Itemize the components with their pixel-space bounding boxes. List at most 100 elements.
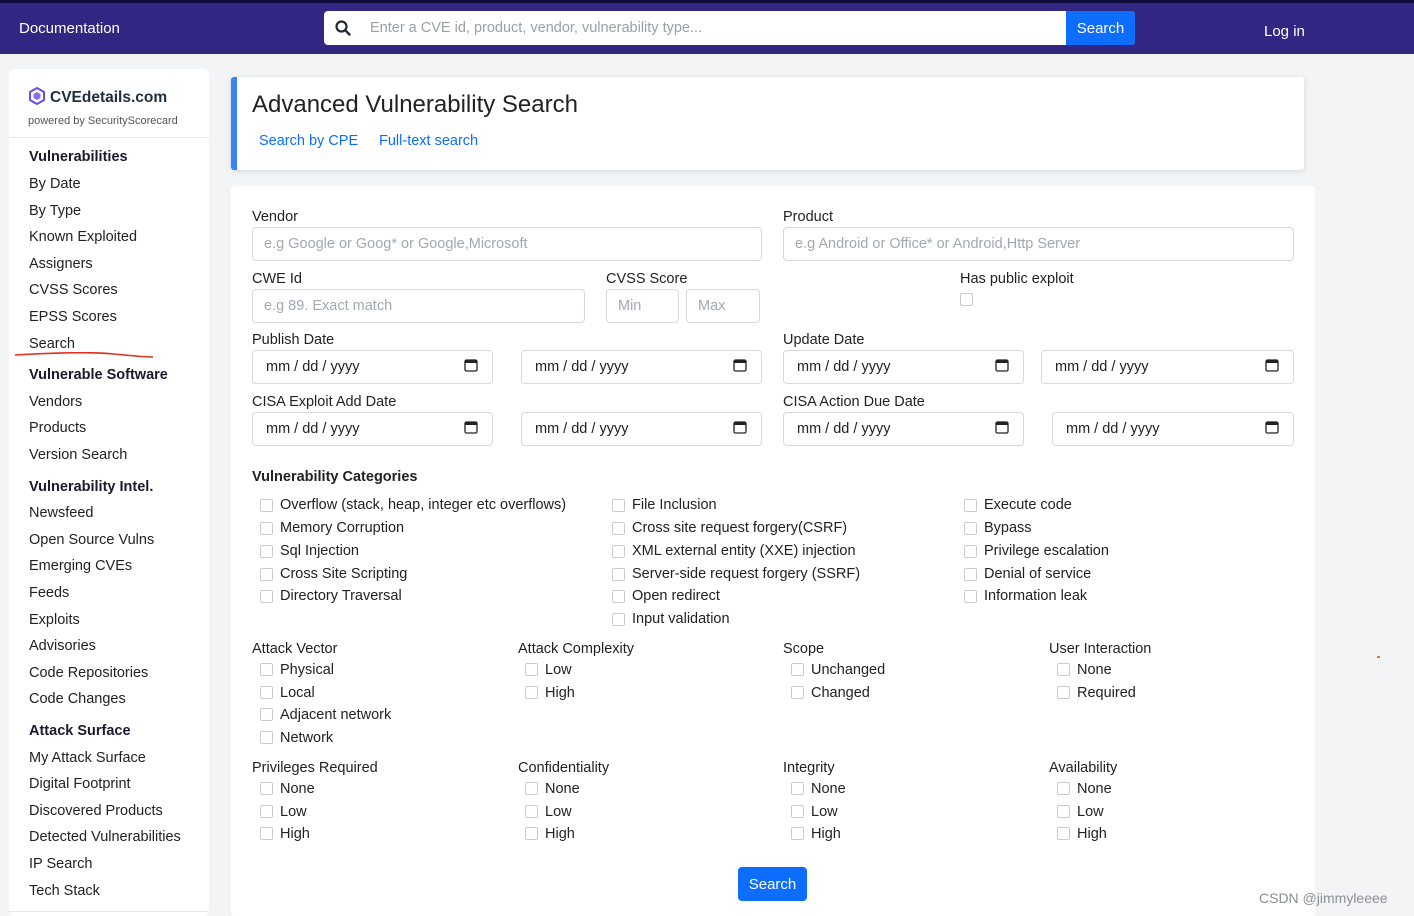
category-checkbox[interactable] xyxy=(612,590,625,603)
metric-checkbox[interactable] xyxy=(791,686,804,699)
sidebar-item-search[interactable]: Search xyxy=(29,336,75,352)
sidebar-item-code-repositories[interactable]: Code Repositories xyxy=(29,665,148,681)
global-search-input[interactable] xyxy=(362,11,1066,45)
metric-option-label[interactable]: Low xyxy=(811,804,838,820)
category-label[interactable]: Directory Traversal xyxy=(280,588,402,604)
submit-search-button[interactable]: Search xyxy=(738,867,807,901)
sidebar-item-code-changes[interactable]: Code Changes xyxy=(29,691,126,707)
metric-option-label[interactable]: None xyxy=(1077,662,1112,678)
category-checkbox[interactable] xyxy=(964,590,977,603)
sidebar-item-discovered-products[interactable]: Discovered Products xyxy=(29,803,163,819)
sidebar-item-my-attack-surface[interactable]: My Attack Surface xyxy=(29,750,146,766)
calendar-icon[interactable] xyxy=(995,420,1009,438)
sidebar-item-emerging-cves[interactable]: Emerging CVEs xyxy=(29,558,132,574)
metric-option-label[interactable]: High xyxy=(1077,826,1107,842)
metric-checkbox[interactable] xyxy=(260,663,273,676)
sidebar-item-advisories[interactable]: Advisories xyxy=(29,638,96,654)
category-checkbox[interactable] xyxy=(260,590,273,603)
publish-date-from-input[interactable]: mm / dd / yyyy xyxy=(252,350,493,384)
metric-option-label[interactable]: Low xyxy=(1077,804,1104,820)
publish-date-to-input[interactable]: mm / dd / yyyy xyxy=(521,350,762,384)
sidebar-item-exploits[interactable]: Exploits xyxy=(29,612,80,628)
cwe-id-input[interactable] xyxy=(252,289,585,323)
sidebar-item-by-date[interactable]: By Date xyxy=(29,176,81,192)
category-label[interactable]: Cross Site Scripting xyxy=(280,566,407,582)
metric-option-label[interactable]: None xyxy=(1077,781,1112,797)
full-text-search-link[interactable]: Full-text search xyxy=(379,133,478,149)
sidebar-item-known-exploited[interactable]: Known Exploited xyxy=(29,229,137,245)
calendar-icon[interactable] xyxy=(464,420,478,438)
metric-checkbox[interactable] xyxy=(260,708,273,721)
metric-option-label[interactable]: Required xyxy=(1077,685,1136,701)
vendor-input[interactable] xyxy=(252,227,762,261)
metric-checkbox[interactable] xyxy=(791,805,804,818)
category-label[interactable]: Sql Injection xyxy=(280,543,359,559)
update-date-to-input[interactable]: mm / dd / yyyy xyxy=(1041,350,1294,384)
metric-option-label[interactable]: High xyxy=(280,826,310,842)
metric-checkbox[interactable] xyxy=(260,805,273,818)
metric-checkbox[interactable] xyxy=(1057,782,1070,795)
sidebar-item-tech-stack[interactable]: Tech Stack xyxy=(29,883,100,899)
global-search-button[interactable]: Search xyxy=(1066,11,1135,45)
category-checkbox[interactable] xyxy=(964,522,977,535)
metric-option-label[interactable]: High xyxy=(545,685,575,701)
sidebar-item-detected-vulnerabilities[interactable]: Detected Vulnerabilities xyxy=(29,829,181,845)
metric-option-label[interactable]: Physical xyxy=(280,662,334,678)
sidebar-item-epss-scores[interactable]: EPSS Scores xyxy=(29,309,117,325)
metric-option-label[interactable]: Local xyxy=(280,685,315,701)
sidebar-item-newsfeed[interactable]: Newsfeed xyxy=(29,505,93,521)
metric-option-label[interactable]: High xyxy=(545,826,575,842)
has-public-exploit-checkbox[interactable] xyxy=(960,293,973,306)
category-checkbox[interactable] xyxy=(260,568,273,581)
update-date-from-input[interactable]: mm / dd / yyyy xyxy=(783,350,1024,384)
metric-option-label[interactable]: None xyxy=(280,781,315,797)
cvss-min-input[interactable] xyxy=(606,289,679,323)
metric-checkbox[interactable] xyxy=(791,782,804,795)
category-checkbox[interactable] xyxy=(964,568,977,581)
metric-option-label[interactable]: Low xyxy=(545,804,572,820)
cisa-due-date-from-input[interactable]: mm / dd / yyyy xyxy=(783,412,1024,446)
category-checkbox[interactable] xyxy=(964,499,977,512)
metric-checkbox[interactable] xyxy=(525,827,538,840)
cisa-add-date-from-input[interactable]: mm / dd / yyyy xyxy=(252,412,493,446)
category-checkbox[interactable] xyxy=(612,499,625,512)
metric-checkbox[interactable] xyxy=(1057,686,1070,699)
category-checkbox[interactable] xyxy=(260,545,273,558)
sidebar-item-version-search[interactable]: Version Search xyxy=(29,447,127,463)
sidebar-item-feeds[interactable]: Feeds xyxy=(29,585,69,601)
calendar-icon[interactable] xyxy=(995,358,1009,376)
category-checkbox[interactable] xyxy=(260,499,273,512)
category-label[interactable]: Execute code xyxy=(984,497,1072,513)
metric-checkbox[interactable] xyxy=(1057,663,1070,676)
calendar-icon[interactable] xyxy=(733,420,747,438)
cisa-add-date-to-input[interactable]: mm / dd / yyyy xyxy=(521,412,762,446)
metric-option-label[interactable]: Low xyxy=(545,662,572,678)
sidebar-item-by-type[interactable]: By Type xyxy=(29,203,81,219)
category-label[interactable]: Denial of service xyxy=(984,566,1091,582)
category-label[interactable]: Privilege escalation xyxy=(984,543,1109,559)
sidebar-item-ip-search[interactable]: IP Search xyxy=(29,856,92,872)
category-checkbox[interactable] xyxy=(260,522,273,535)
metric-option-label[interactable]: Network xyxy=(280,730,333,746)
category-label[interactable]: Server-side request forgery (SSRF) xyxy=(632,566,860,582)
metric-checkbox[interactable] xyxy=(525,782,538,795)
metric-option-label[interactable]: Unchanged xyxy=(811,662,885,678)
calendar-icon[interactable] xyxy=(464,358,478,376)
metric-option-label[interactable]: Adjacent network xyxy=(280,707,391,723)
category-checkbox[interactable] xyxy=(612,568,625,581)
metric-checkbox[interactable] xyxy=(260,827,273,840)
category-label[interactable]: Input validation xyxy=(632,611,730,627)
category-checkbox[interactable] xyxy=(964,545,977,558)
sidebar-item-vendors[interactable]: Vendors xyxy=(29,394,82,410)
login-link[interactable]: Log in xyxy=(1264,23,1305,40)
metric-option-label[interactable]: None xyxy=(545,781,580,797)
metric-checkbox[interactable] xyxy=(1057,827,1070,840)
metric-option-label[interactable]: Changed xyxy=(811,685,870,701)
category-label[interactable]: Overflow (stack, heap, integer etc overf… xyxy=(280,497,566,513)
cisa-due-date-to-input[interactable]: mm / dd / yyyy xyxy=(1052,412,1294,446)
calendar-icon[interactable] xyxy=(733,358,747,376)
category-label[interactable]: XML external entity (XXE) injection xyxy=(632,543,856,559)
category-label[interactable]: Cross site request forgery(CSRF) xyxy=(632,520,847,536)
metric-option-label[interactable]: Low xyxy=(280,804,307,820)
product-input[interactable] xyxy=(783,227,1294,261)
